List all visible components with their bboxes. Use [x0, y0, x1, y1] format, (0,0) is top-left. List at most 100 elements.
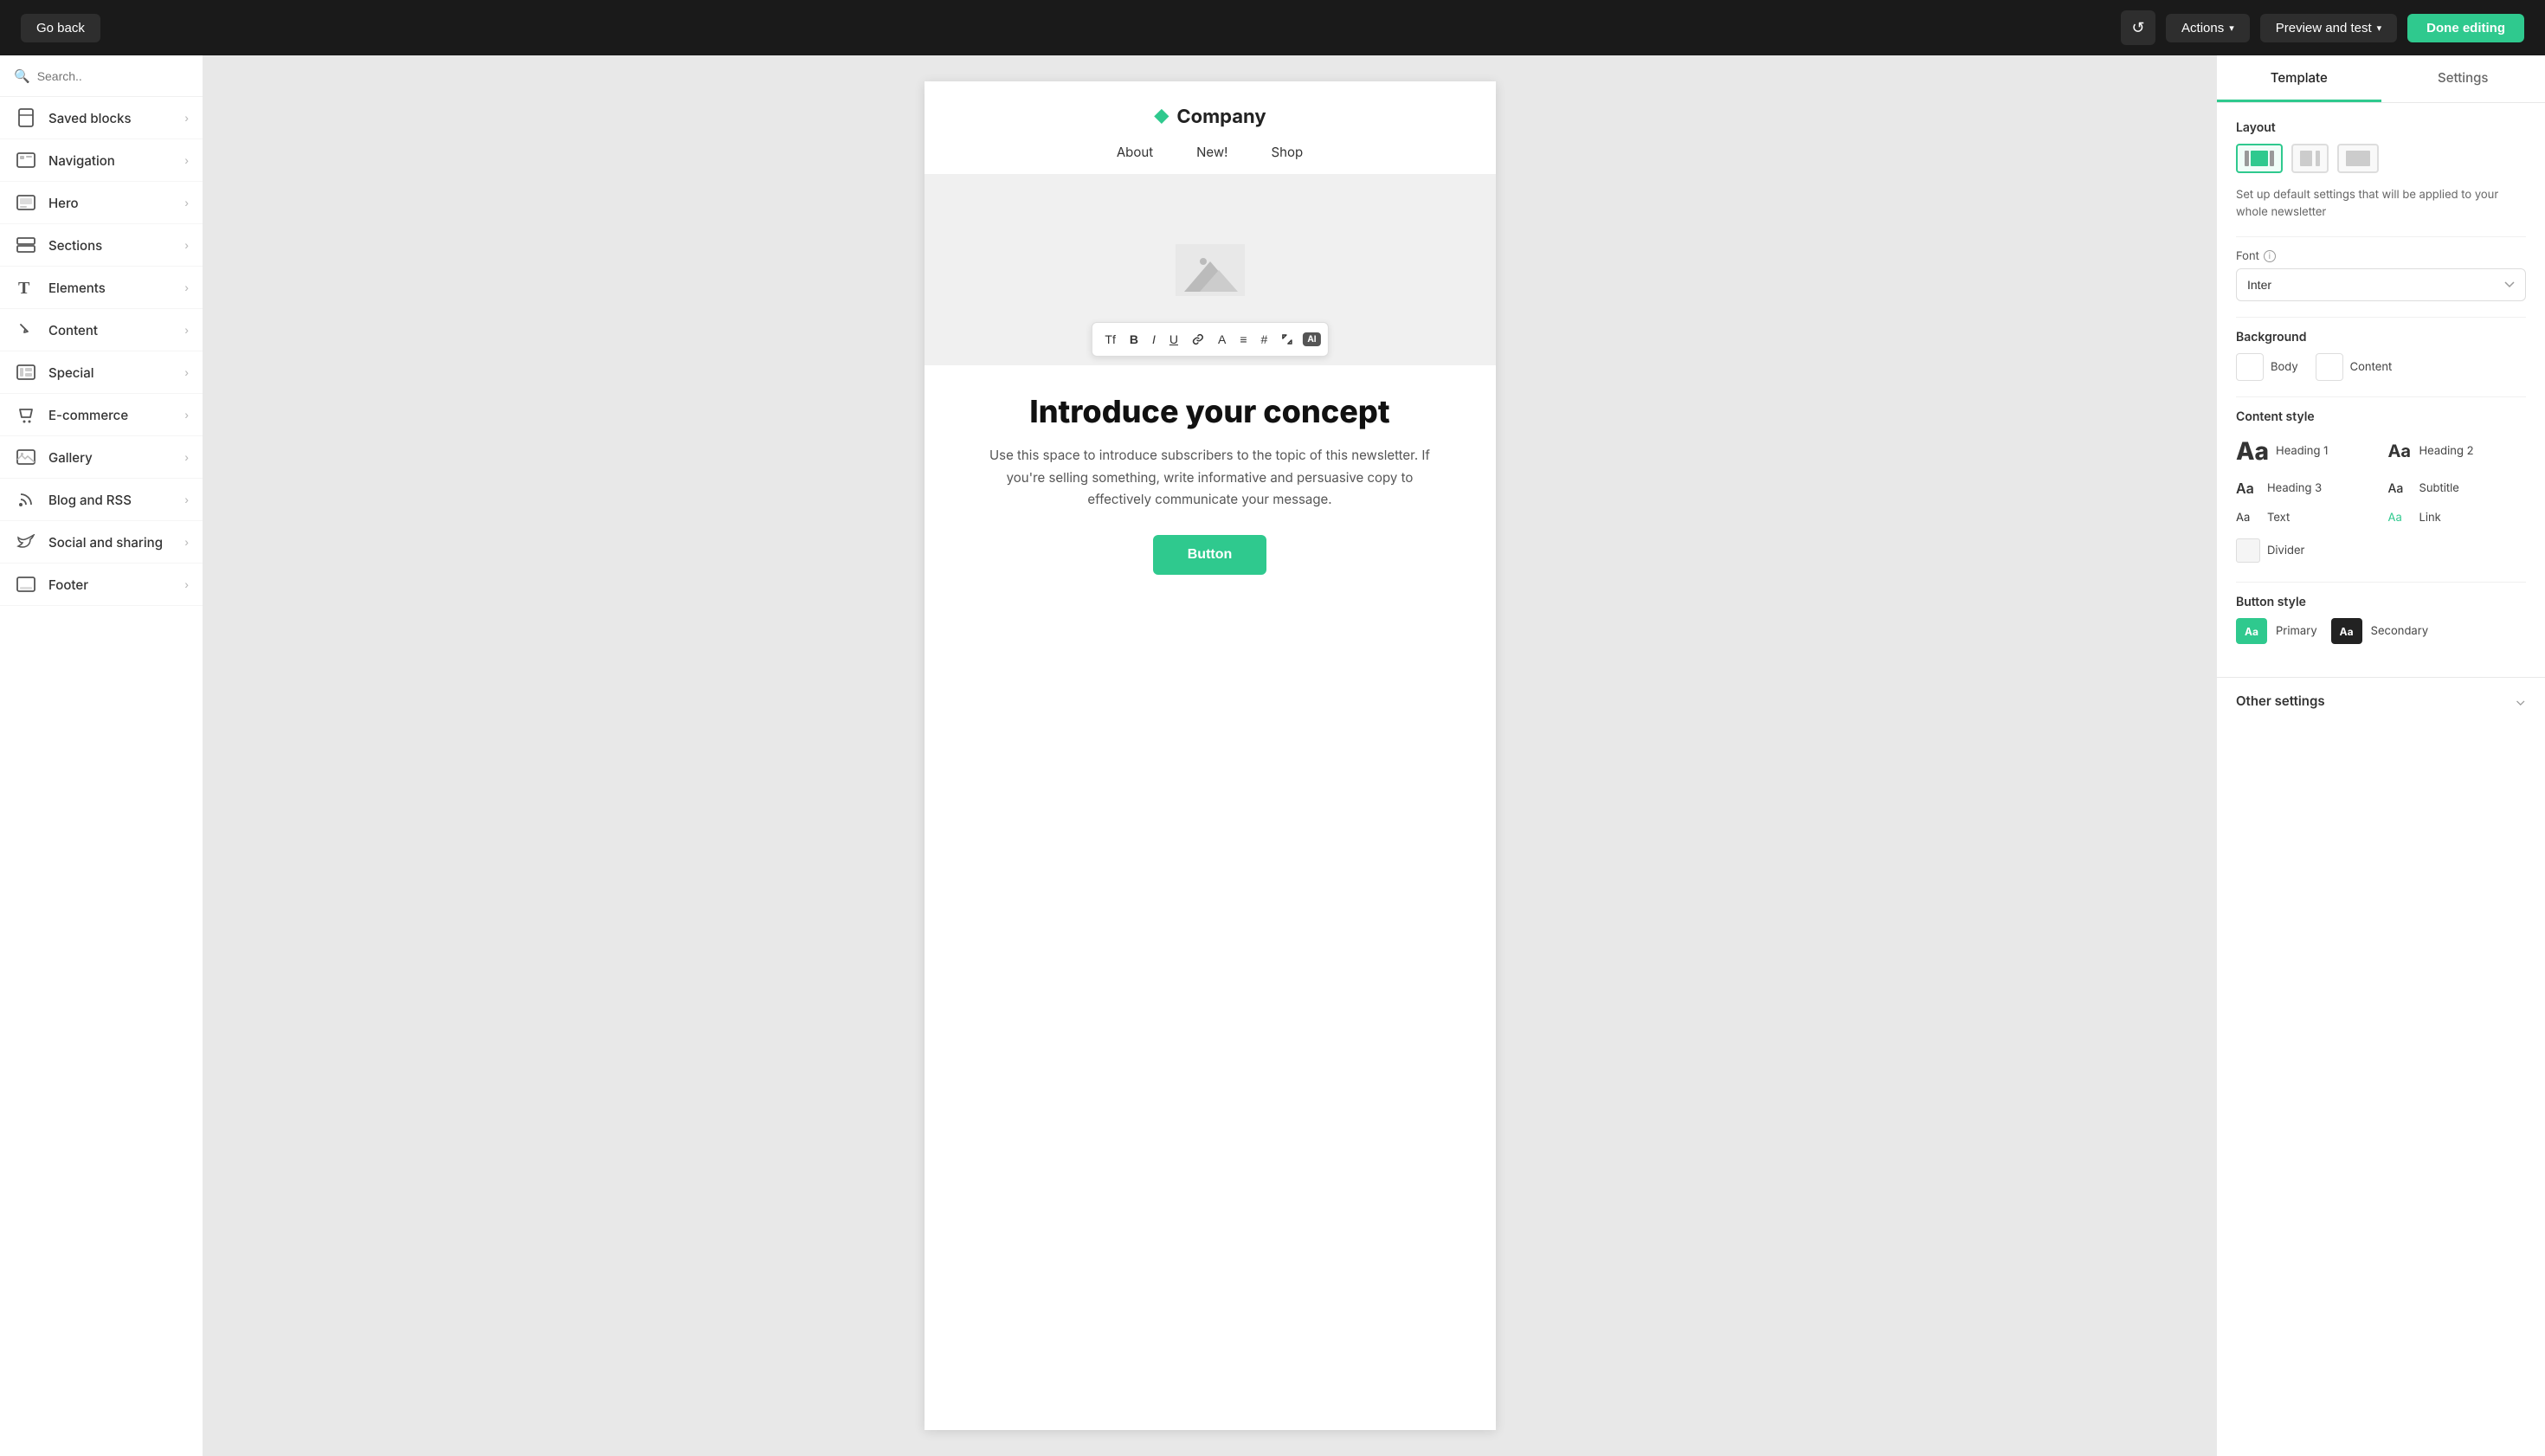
sidebar-item-blog-rss[interactable]: Blog and RSS ›	[0, 479, 203, 521]
heading3-aa: Aa	[2236, 480, 2260, 497]
ecommerce-label: E-commerce	[48, 407, 174, 423]
heading2-aa: Aa	[2388, 441, 2413, 461]
social-icon	[14, 533, 38, 551]
body-bg-label: Body	[2271, 360, 2298, 374]
toolbar-text-type-button[interactable]: Tf	[1099, 328, 1121, 351]
special-icon	[14, 364, 38, 381]
email-body-text[interactable]: Use this space to introduce subscribers …	[976, 444, 1444, 511]
font-label: Font i	[2236, 249, 2526, 263]
navigation-chevron-icon: ›	[184, 154, 189, 167]
font-section: Font i Inter	[2236, 249, 2526, 301]
toolbar-expand-button[interactable]	[1275, 329, 1299, 350]
hero-chevron-icon: ›	[184, 196, 189, 209]
bookmark-icon	[14, 109, 38, 126]
link-style[interactable]: Aa Link	[2388, 507, 2527, 528]
toolbar-color-button[interactable]: A	[1212, 328, 1232, 351]
history-button[interactable]: ↺	[2121, 10, 2155, 45]
navigation-label: Navigation	[48, 152, 174, 169]
other-settings-section: Other settings ⌄	[2217, 677, 2545, 723]
saved-blocks-label: Saved blocks	[48, 110, 174, 126]
content-color-swatch[interactable]	[2316, 353, 2343, 381]
sections-icon	[14, 236, 38, 254]
gallery-chevron-icon: ›	[184, 451, 189, 464]
other-settings-header[interactable]: Other settings ⌄	[2236, 692, 2526, 709]
nav-link-new[interactable]: New!	[1196, 144, 1227, 160]
heading2-label: Heading 2	[2419, 444, 2474, 458]
search-input[interactable]	[37, 69, 189, 83]
toolbar-link-button[interactable]	[1186, 329, 1210, 350]
actions-chevron-icon: ▾	[2229, 23, 2234, 34]
divider-style-item[interactable]: Divider	[2236, 535, 2374, 566]
gallery-icon	[14, 448, 38, 466]
email-headline[interactable]: Introduce your concept	[976, 393, 1444, 430]
blog-rss-chevron-icon: ›	[184, 493, 189, 506]
heading3-style[interactable]: Aa Heading 3	[2236, 476, 2374, 500]
sidebar-item-footer[interactable]: Footer ›	[0, 564, 203, 606]
layout-option-3[interactable]	[2337, 144, 2379, 173]
email-content-section[interactable]: Introduce your concept Use this space to…	[925, 365, 1496, 602]
tab-settings[interactable]: Settings	[2381, 55, 2545, 102]
secondary-btn-preview: Aa	[2331, 618, 2362, 644]
sidebar-item-social[interactable]: Social and sharing ›	[0, 521, 203, 564]
go-back-button[interactable]: Go back	[21, 14, 100, 42]
sidebar-item-ecommerce[interactable]: E-commerce ›	[0, 394, 203, 436]
email-nav-section: ◆ Company About New! Shop	[925, 81, 1496, 175]
nav-link-about[interactable]: About	[1117, 144, 1153, 160]
right-panel: Template Settings Layout	[2216, 55, 2545, 1456]
sections-chevron-icon: ›	[184, 239, 189, 252]
nav-link-shop[interactable]: Shop	[1272, 144, 1304, 160]
sidebar-item-gallery[interactable]: Gallery ›	[0, 436, 203, 479]
mountain-svg	[1176, 244, 1245, 296]
secondary-btn-style[interactable]: Aa Secondary	[2331, 618, 2429, 644]
button-style-label: Button style	[2236, 595, 2526, 609]
sidebar-item-special[interactable]: Special ›	[0, 351, 203, 394]
elements-chevron-icon: ›	[184, 281, 189, 294]
toolbar-container: Tf B I U A ≡ # AI Introduce your	[925, 365, 1496, 602]
actions-button[interactable]: Actions ▾	[2166, 14, 2250, 42]
tab-template[interactable]: Template	[2217, 55, 2381, 102]
content-style-section: Content style Aa Heading 1 Aa Heading 2 …	[2236, 409, 2526, 566]
primary-btn-style[interactable]: Aa Primary	[2236, 618, 2317, 644]
divider-3	[2236, 396, 2526, 397]
link-aa: Aa	[2388, 511, 2413, 525]
sidebar-item-navigation[interactable]: Navigation ›	[0, 139, 203, 182]
body-color-swatch[interactable]	[2236, 353, 2264, 381]
secondary-btn-label: Secondary	[2371, 624, 2429, 638]
layout-option-2[interactable]	[2291, 144, 2329, 173]
settings-description: Set up default settings that will be app…	[2236, 187, 2526, 221]
bg-content-option[interactable]: Content	[2316, 353, 2393, 381]
placeholder-image	[1176, 244, 1245, 296]
bg-body-option[interactable]: Body	[2236, 353, 2298, 381]
history-icon: ↺	[2131, 19, 2144, 37]
toolbar-hash-button[interactable]: #	[1255, 328, 1274, 351]
subtitle-style[interactable]: Aa Subtitle	[2388, 476, 2527, 500]
heading1-style[interactable]: Aa Heading 1	[2236, 433, 2374, 469]
sidebar-item-content[interactable]: Content ›	[0, 309, 203, 351]
footer-label: Footer	[48, 577, 174, 593]
elements-label: Elements	[48, 280, 174, 296]
toolbar-bold-button[interactable]: B	[1124, 328, 1144, 351]
email-logo: ◆ Company	[925, 106, 1496, 128]
content-style-label: Content style	[2236, 409, 2526, 424]
content-icon	[14, 321, 38, 338]
ai-badge: AI	[1303, 332, 1320, 346]
sidebar-item-hero[interactable]: Hero ›	[0, 182, 203, 224]
email-cta-button[interactable]: Button	[1153, 535, 1267, 575]
sidebar-item-elements[interactable]: T Elements ›	[0, 267, 203, 309]
toolbar-italic-button[interactable]: I	[1146, 328, 1162, 351]
sidebar-item-saved-blocks[interactable]: Saved blocks ›	[0, 97, 203, 139]
email-nav-links: About New! Shop	[925, 144, 1496, 160]
preview-button[interactable]: Preview and test ▾	[2260, 14, 2397, 42]
done-editing-button[interactable]: Done editing	[2407, 14, 2524, 42]
layout-option-1[interactable]	[2236, 144, 2283, 173]
text-label: Text	[2267, 511, 2290, 525]
divider-4	[2236, 582, 2526, 583]
heading1-label: Heading 1	[2276, 444, 2328, 458]
font-select[interactable]: Inter	[2236, 268, 2526, 301]
font-info-icon[interactable]: i	[2264, 250, 2276, 262]
heading2-style[interactable]: Aa Heading 2	[2388, 433, 2527, 469]
text-style[interactable]: Aa Text	[2236, 507, 2374, 528]
toolbar-underline-button[interactable]: U	[1163, 328, 1184, 351]
toolbar-align-button[interactable]: ≡	[1234, 328, 1253, 351]
sidebar-item-sections[interactable]: Sections ›	[0, 224, 203, 267]
